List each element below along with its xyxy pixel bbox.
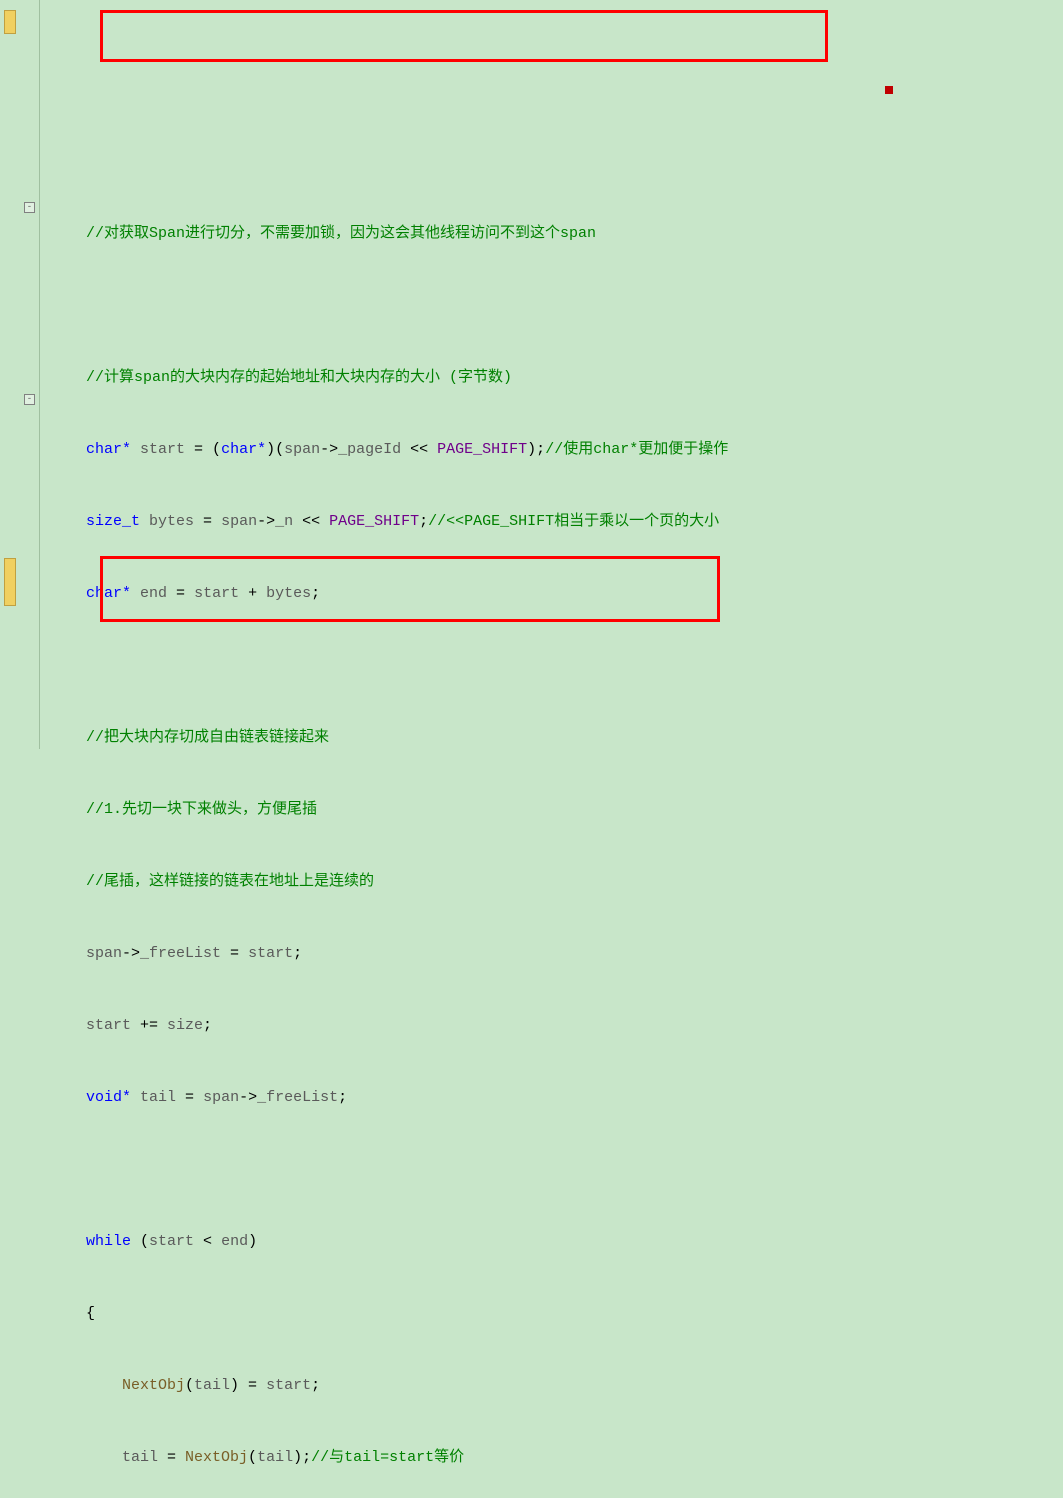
identifier-token: tail (257, 1449, 293, 1466)
code-line: NextObj(tail) = start; (50, 1374, 1063, 1398)
code-line: //对获取Span进行切分，不需要加锁，因为这会其他线程访问不到这个span (50, 222, 1063, 246)
identifier-token: tail (122, 1449, 158, 1466)
member-token: _freeList (140, 945, 221, 962)
type-token: size_t (86, 513, 140, 530)
identifier-token: span (86, 945, 122, 962)
keyword-token: while (86, 1233, 131, 1250)
code-editor-area[interactable]: //对获取Span进行切分，不需要加锁，因为这会其他线程访问不到这个span /… (40, 0, 1063, 749)
member-token: _freeList (257, 1089, 338, 1106)
identifier-token: span (203, 1089, 239, 1106)
comment-text: //对获取Span进行切分，不需要加锁，因为这会其他线程访问不到这个span (86, 225, 596, 242)
code-line: size_t bytes = span->_n << PAGE_SHIFT;//… (50, 510, 1063, 534)
code-line (50, 654, 1063, 678)
member-token: _pageId (338, 441, 401, 458)
code-line (50, 150, 1063, 174)
code-line: start += size; (50, 1014, 1063, 1038)
macro-token: PAGE_SHIFT (437, 441, 527, 458)
comment-text: //1.先切一块下来做头，方便尾插 (86, 801, 317, 818)
gutter-marker (4, 10, 16, 34)
comment-text: //把大块内存切成自由链表链接起来 (86, 729, 329, 746)
annotation-highlight-box (100, 10, 828, 62)
macro-token: PAGE_SHIFT (329, 513, 419, 530)
code-line: //计算span的大块内存的起始地址和大块内存的大小 (字节数) (50, 366, 1063, 390)
type-token: char* (86, 585, 131, 602)
identifier-token: end (221, 1233, 248, 1250)
identifier-token: span (284, 441, 320, 458)
brace-token: { (86, 1305, 95, 1322)
function-token: NextObj (122, 1377, 185, 1394)
identifier-token: start (149, 1233, 194, 1250)
code-line: //尾插，这样链接的链表在地址上是连续的 (50, 870, 1063, 894)
comment-text: //<<PAGE_SHIFT相当于乘以一个页的大小 (428, 513, 719, 530)
code-line: void* tail = span->_freeList; (50, 1086, 1063, 1110)
code-line: //把大块内存切成自由链表链接起来 (50, 726, 1063, 750)
member-token: _n (275, 513, 293, 530)
identifier-token: tail (194, 1377, 230, 1394)
comment-text: //使用char*更加便于操作 (545, 441, 728, 458)
change-marker-icon (885, 86, 893, 94)
comment-text: //计算span的大块内存的起始地址和大块内存的大小 (字节数) (86, 369, 512, 386)
function-token: NextObj (185, 1449, 248, 1466)
identifier-token: bytes (149, 513, 194, 530)
identifier-token: end (140, 585, 167, 602)
code-line: span->_freeList = start; (50, 942, 1063, 966)
identifier-token: start (248, 945, 293, 962)
code-line: //1.先切一块下来做头，方便尾插 (50, 798, 1063, 822)
fold-toggle-icon[interactable]: - (24, 202, 35, 213)
identifier-token: bytes (266, 585, 311, 602)
type-token: char* (86, 441, 131, 458)
code-line (50, 294, 1063, 318)
code-line (50, 1158, 1063, 1182)
gutter-marker (4, 558, 16, 606)
comment-text: //尾插，这样链接的链表在地址上是连续的 (86, 873, 374, 890)
code-line: while (start < end) (50, 1230, 1063, 1254)
identifier-token: start (140, 441, 185, 458)
code-line: char* end = start + bytes; (50, 582, 1063, 606)
type-token: char* (221, 441, 266, 458)
identifier-token: start (86, 1017, 131, 1034)
identifier-token: span (221, 513, 257, 530)
code-line: tail = NextObj(tail);//与tail=start等价 (50, 1446, 1063, 1470)
identifier-token: size (167, 1017, 203, 1034)
code-line: char* start = (char*)(span->_pageId << P… (50, 438, 1063, 462)
fold-toggle-icon[interactable]: - (24, 394, 35, 405)
type-token: void* (86, 1089, 131, 1106)
code-line: { (50, 1302, 1063, 1326)
comment-text: //与tail=start等价 (311, 1449, 464, 1466)
identifier-token: start (266, 1377, 311, 1394)
editor-gutter: - - (0, 0, 40, 749)
identifier-token: tail (140, 1089, 176, 1106)
identifier-token: start (194, 585, 239, 602)
